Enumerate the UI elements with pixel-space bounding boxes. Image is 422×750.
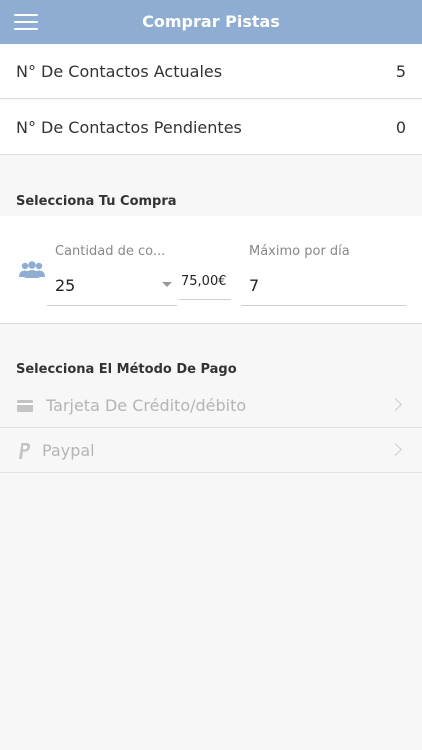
credit-card-icon [17,400,33,412]
users-icon [19,261,45,278]
pending-contacts-row: N° De Contactos Pendientes 0 [0,100,422,155]
paypal-icon [19,443,31,459]
max-per-day-label: Máximo por día [249,244,350,259]
current-contacts-value: 5 [395,62,406,81]
page-title: Comprar Pistas [142,12,280,31]
top-app-bar: Comprar Pistas [0,0,422,44]
price-value: 75,00€ [181,274,227,289]
payment-section-title: Selecciona El Método De Pago [16,362,237,377]
price-underline [179,299,231,300]
current-contacts-row: N° De Contactos Actuales 5 [0,44,422,99]
paypal-method-label: Paypal [42,441,95,460]
max-per-day-input[interactable]: 7 [249,276,259,295]
pending-contacts-label: N° De Contactos Pendientes [16,118,242,137]
max-per-day-underline [241,305,406,306]
quantity-label: Cantidad de co... [55,244,166,259]
purchase-panel: Cantidad de co... 25 75,00€ Máximo por d… [0,216,422,324]
payment-method-card[interactable]: Tarjeta De Crédito/débito [0,384,422,428]
card-method-label: Tarjeta De Crédito/débito [46,396,247,415]
current-contacts-label: N° De Contactos Actuales [16,62,223,81]
pending-contacts-value: 0 [395,118,406,137]
chevron-down-icon[interactable] [162,282,172,287]
chevron-right-icon [389,398,402,411]
purchase-section-title: Selecciona Tu Compra [16,194,177,209]
quantity-underline [47,305,177,306]
payment-method-paypal[interactable]: Paypal [0,429,422,473]
chevron-right-icon [389,443,402,456]
quantity-select[interactable]: 25 [55,276,75,295]
